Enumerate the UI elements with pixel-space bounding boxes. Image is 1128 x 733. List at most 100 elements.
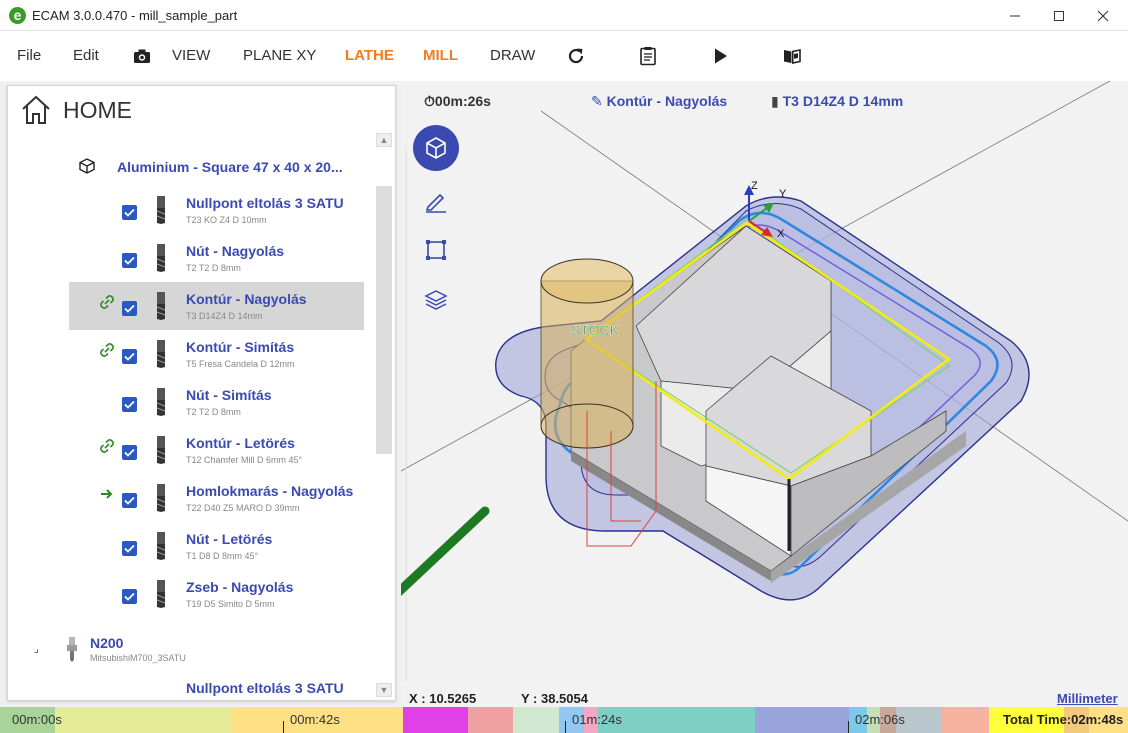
menu-edit[interactable]: Edit (73, 47, 99, 64)
machine-icon (67, 637, 77, 662)
operation-tool: T19 D5 Simito D 5mm (186, 599, 275, 609)
timeline-segment[interactable] (55, 707, 232, 733)
operation-row[interactable]: Homlokmarás - Nagyolás T22 D40 Z5 MARO D … (69, 474, 364, 522)
timeline-segment[interactable] (403, 707, 468, 733)
tool-icon (156, 340, 166, 368)
camera-icon[interactable] (131, 45, 153, 67)
operation-checkbox[interactable] (122, 541, 137, 556)
timeline-mark-1: 00m:42s (290, 712, 340, 727)
scroll-down-button[interactable]: ▼ (376, 683, 392, 697)
operation-checkbox[interactable] (122, 397, 137, 412)
operation-row[interactable]: Nút - Simítás T2 T2 D 8mm (69, 378, 364, 426)
expand-icon[interactable]: ⌟ (34, 644, 39, 655)
operation-name: Nút - Nagyolás (186, 243, 285, 259)
menu-plane[interactable]: PLANE XY (243, 47, 316, 64)
menu-bar: File Edit VIEW PLANE XY LATHE MILL DRAW (0, 31, 1128, 81)
operation-checkbox[interactable] (122, 205, 137, 220)
tool-icon (156, 292, 166, 320)
machine-controller: MitsubishiM700_3SATU (90, 653, 186, 663)
axis-x-label: X (777, 228, 785, 240)
tool-icon (156, 484, 166, 512)
3d-viewport[interactable]: STOCK Z Y X ⏱00m:26s ✎ Kontúr - Nagyolás… (401, 81, 1128, 707)
layers-button[interactable] (413, 277, 459, 323)
operation-row[interactable]: Nút - Nagyolás T2 T2 D 8mm (69, 234, 364, 282)
operation-row[interactable]: Kontúr - Simítás T5 Fresa Candela D 12mm (69, 330, 364, 378)
partial-operation-row[interactable]: Nullpont eltolás 3 SATU (186, 680, 344, 696)
operation-row[interactable]: Nullpont eltolás 3 SATU T23 KO Z4 D 10mm (69, 186, 364, 234)
title-bar: e ECAM 3.0.0.470 - mill_sample_part (0, 0, 1128, 31)
book-icon[interactable] (781, 45, 803, 67)
tool-icon (156, 388, 166, 416)
axis-z-label: Z (751, 180, 758, 192)
home-icon[interactable] (20, 94, 52, 126)
menu-draw[interactable]: DRAW (490, 47, 535, 64)
clipboard-icon[interactable] (637, 45, 659, 67)
operation-timeline[interactable]: 00m:00s 00m:42s 01m:24s 02m:06s Total Ti… (0, 707, 1128, 733)
timeline-segment[interactable] (513, 707, 559, 733)
pencil-icon: ✎ (591, 93, 603, 109)
operation-checkbox[interactable] (122, 301, 137, 316)
maximize-button[interactable] (1036, 0, 1082, 31)
sketch-button[interactable] (413, 177, 459, 223)
operation-tool: T22 D40 Z5 MARO D 39mm (186, 503, 300, 513)
minimize-button[interactable] (992, 0, 1038, 31)
stopwatch-icon: ⏱ (424, 93, 435, 109)
timeline-segment[interactable] (942, 707, 989, 733)
operation-checkbox[interactable] (122, 253, 137, 268)
scrollbar-thumb[interactable] (376, 186, 392, 454)
operation-name: Zseb - Nagyolás (186, 579, 294, 595)
endmill-icon: ▮ (771, 93, 779, 109)
current-arrow-icon (101, 489, 113, 499)
operation-checkbox[interactable] (122, 493, 137, 508)
units-link[interactable]: Millimeter (1057, 691, 1118, 706)
operation-name: Nút - Letörés (186, 531, 273, 547)
menu-view[interactable]: VIEW (172, 47, 210, 64)
refresh-icon[interactable] (565, 45, 587, 67)
operation-checkbox[interactable] (122, 445, 137, 460)
operation-tool: T2 T2 D 8mm (186, 407, 241, 417)
tool-icon (156, 580, 166, 608)
operation-name: Kontúr - Nagyolás (186, 291, 307, 307)
bounding-box-button[interactable] (413, 227, 459, 273)
timeline-mark-2: 01m:24s (572, 712, 622, 727)
operation-tool: T2 T2 D 8mm (186, 263, 241, 273)
coord-y: Y : 38.5054 (521, 691, 588, 706)
tool-icon (156, 196, 166, 224)
cube-view-icon (426, 137, 446, 159)
check-icon (124, 448, 135, 457)
axis-y-label: Y (779, 188, 787, 200)
coord-x: X : 10.5265 (409, 691, 477, 706)
current-operation[interactable]: ✎ Kontúr - Nagyolás (591, 93, 727, 110)
check-icon (124, 208, 135, 217)
close-button[interactable] (1080, 0, 1126, 31)
maximize-icon (1054, 10, 1064, 21)
operation-tool: T12 Chamfer Mill D 6mm 45° (186, 455, 303, 465)
3d-scene[interactable]: STOCK Z Y X (401, 81, 1128, 707)
operation-name: Kontúr - Letörés (186, 435, 295, 451)
cycle-time: ⏱00m:26s (424, 93, 491, 109)
operation-checkbox[interactable] (122, 349, 137, 364)
play-icon[interactable] (709, 45, 731, 67)
timeline-segment[interactable] (468, 707, 513, 733)
operation-row[interactable]: Nút - Letörés T1 D8 D 8mm 45° (69, 522, 364, 570)
tool-icon (156, 244, 166, 272)
scroll-up-button[interactable]: ▲ (376, 133, 392, 147)
stock-row[interactable]: Aluminium - Square 47 x 40 x 20... (8, 152, 368, 182)
pen-icon (425, 193, 446, 213)
check-icon (124, 592, 135, 601)
menu-mill[interactable]: MILL (423, 47, 458, 64)
operation-row[interactable]: Zseb - Nagyolás T19 D5 Simito D 5mm (69, 570, 364, 618)
menu-lathe[interactable]: LATHE (345, 47, 394, 64)
view-3d-button[interactable] (413, 125, 459, 171)
stock-3d-label: STOCK (571, 322, 620, 338)
annotation-arrow (401, 506, 490, 596)
operation-checkbox[interactable] (122, 589, 137, 604)
frame-icon (426, 240, 446, 260)
current-tool[interactable]: ▮ T3 D14Z4 D 14mm (771, 93, 903, 110)
machine-row[interactable]: ⌟ N200 MitsubishiM700_3SATU (8, 630, 368, 670)
timeline-segment[interactable] (755, 707, 849, 733)
operation-row[interactable]: Kontúr - Nagyolás T3 D14Z4 D 14mm (69, 282, 364, 330)
operation-row[interactable]: Kontúr - Letörés T12 Chamfer Mill D 6mm 4… (69, 426, 364, 474)
menu-file[interactable]: File (17, 47, 41, 64)
app-logo-icon: e (9, 7, 26, 24)
